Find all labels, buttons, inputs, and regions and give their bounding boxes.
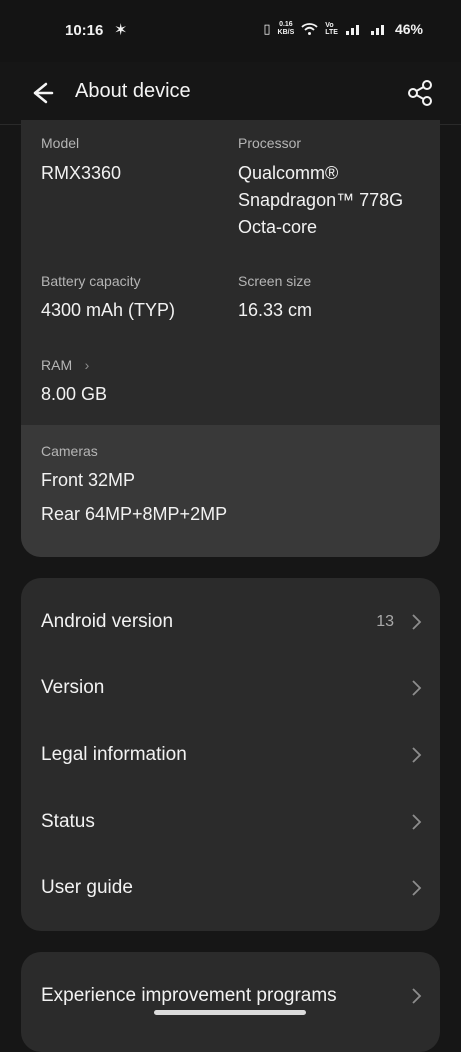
menu-item-version[interactable]: Version [21,655,440,721]
vibrate-icon: ▯ [263,21,271,36]
ram-row[interactable]: RAM › [41,357,89,375]
processor-label: Processor [238,135,302,151]
status-bar: 10:16 ✶ ▯ 0.16 KB/S Vo LTE 46% [0,0,461,62]
signal-icon [345,25,359,35]
status-icons: ▯ 0.16 KB/S Vo LTE 46% [263,21,423,37]
chevron-right-icon [412,680,422,696]
notification-icon: ✶ [114,22,128,39]
volte-icon: Vo LTE [325,22,338,36]
menu-item-legal-information[interactable]: Legal information [21,722,440,788]
signal-icon-2 [370,25,384,35]
processor-value: Qualcomm® Snapdragon™ 778G Octa-core [238,163,404,237]
back-icon[interactable] [24,76,58,110]
cameras-label: Cameras [41,443,98,459]
home-indicator[interactable] [154,1010,306,1015]
rear-camera: Rear 64MP+8MP+2MP [41,504,228,524]
ram-label: RAM [41,357,73,373]
wifi-icon [301,22,318,35]
model-value: RMX3360 [41,163,122,183]
chevron-right-icon [412,614,422,630]
experience-label: Experience improvement programs [41,985,337,1006]
legal-information-label: Legal information [41,744,187,765]
experience-card: Experience improvement programs [21,952,440,1052]
android-version-value: 13 [376,613,394,630]
menu-item-experience-improvement[interactable]: Experience improvement programs [21,963,440,1029]
menu-item-user-guide[interactable]: User guide [21,855,440,921]
chevron-right-icon [412,747,422,763]
chevron-right-icon [412,814,422,830]
cameras-section: Cameras Front 32MP Rear 64MP+8MP+2MP [21,425,440,557]
menu-item-android-version[interactable]: Android version 13 [21,589,440,655]
screen-size-value: 16.33 cm [238,300,313,320]
menu-item-status[interactable]: Status [21,789,440,855]
device-specs-card: Model RMX3360 Processor Qualcomm® Snapdr… [21,120,440,557]
page-title: About device [75,80,191,102]
battery-capacity-value: 4300 mAh (TYP) [41,300,176,320]
status-time: 10:16 [65,22,104,39]
device-menu-card: Android version 13 Version Legal informa… [21,578,440,931]
android-version-label: Android version [41,611,174,632]
app-bar: About device [0,62,461,125]
status-label: Status [41,811,95,832]
front-camera: Front 32MP [41,470,136,490]
chevron-right-icon [412,880,422,896]
user-guide-label: User guide [41,877,133,898]
battery-level: 46% [394,21,423,37]
ram-value: 8.00 GB [41,384,108,404]
share-icon[interactable] [403,76,437,110]
chevron-right-icon: › [84,357,90,373]
chevron-right-icon [412,988,422,1004]
version-label: Version [41,677,105,698]
battery-capacity-label: Battery capacity [41,273,141,289]
network-speed: 0.16 KB/S [277,21,295,36]
model-label: Model [41,135,80,151]
screen-size-label: Screen size [238,273,312,289]
